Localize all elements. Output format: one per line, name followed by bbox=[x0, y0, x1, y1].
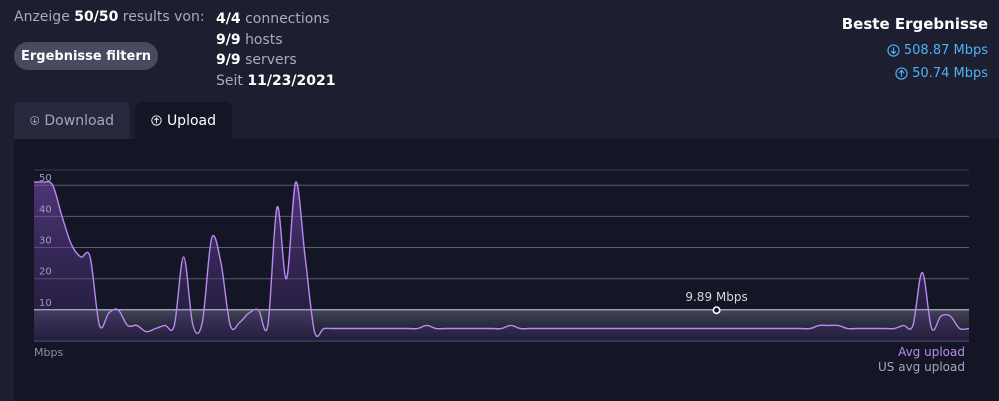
tab-upload[interactable]: Upload bbox=[135, 102, 232, 139]
hover-point[interactable] bbox=[712, 306, 721, 315]
since-label: Seit bbox=[216, 72, 243, 89]
results-summary: Anzeige 50/50 results von: bbox=[14, 9, 205, 25]
y-tick-label-20: 20 bbox=[39, 267, 52, 278]
results-count-line: Anzeige 50/50 results von: bbox=[14, 9, 205, 25]
since-date: 11/23/2021 bbox=[247, 72, 336, 89]
stat-servers: 9/9 servers bbox=[216, 50, 336, 71]
y-tick-label-50: 50 bbox=[39, 173, 52, 184]
legend-us-avg-upload: US avg upload bbox=[878, 360, 965, 374]
best-results: Beste Ergebnisse 508.87 Mbps 50.74 Mbps bbox=[842, 15, 988, 89]
stats-list: 4/4 connections 9/9 hosts 9/9 servers Se… bbox=[216, 9, 336, 91]
stat-hosts: 9/9 hosts bbox=[216, 30, 336, 51]
best-download-value: 508.87 Mbps bbox=[903, 43, 988, 58]
tab-download-label: Download bbox=[44, 112, 114, 129]
upload-chart: 10 20 30 40 50 Mbps 9.89 Mbps Avg upload US … bbox=[33, 169, 970, 374]
hosts-label: hosts bbox=[245, 31, 283, 48]
y-tick-label-40: 40 bbox=[39, 204, 52, 215]
servers-value: 9/9 bbox=[216, 52, 241, 68]
upload-chart-panel: 10 20 30 40 50 Mbps 9.89 Mbps Avg upload US … bbox=[14, 139, 999, 401]
hover-value-label: 9.89 Mbps bbox=[685, 290, 747, 304]
stat-connections: 4/4 connections bbox=[216, 9, 336, 30]
filter-results-button[interactable]: Ergebnisse filtern bbox=[14, 42, 158, 70]
best-results-title: Beste Ergebnisse bbox=[841, 15, 988, 33]
best-download: 508.87 Mbps bbox=[842, 43, 988, 58]
arrow-up-circle-icon bbox=[151, 115, 162, 126]
arrow-down-circle-icon bbox=[887, 44, 900, 57]
hosts-value: 9/9 bbox=[216, 31, 241, 48]
results-count: 50/50 bbox=[74, 9, 119, 25]
summary-suffix: results von: bbox=[122, 9, 205, 25]
connections-label: connections bbox=[245, 11, 330, 27]
y-tick-label-30: 30 bbox=[39, 236, 52, 247]
servers-label: servers bbox=[245, 52, 297, 68]
best-upload: 50.74 Mbps bbox=[842, 66, 988, 81]
stat-since: Seit 11/23/2021 bbox=[216, 71, 336, 92]
tab-download[interactable]: Download bbox=[14, 102, 130, 139]
arrow-up-circle-icon bbox=[895, 67, 908, 80]
tab-upload-label: Upload bbox=[166, 112, 216, 129]
y-tick-label-10: 10 bbox=[39, 298, 52, 309]
summary-prefix: Anzeige bbox=[14, 9, 70, 25]
legend-avg-upload: Avg upload bbox=[898, 345, 965, 359]
best-upload-value: 50.74 Mbps bbox=[912, 66, 988, 81]
connections-value: 4/4 bbox=[216, 11, 241, 27]
y-axis-unit-label: Mbps bbox=[34, 346, 63, 359]
arrow-down-circle-icon bbox=[30, 116, 40, 125]
